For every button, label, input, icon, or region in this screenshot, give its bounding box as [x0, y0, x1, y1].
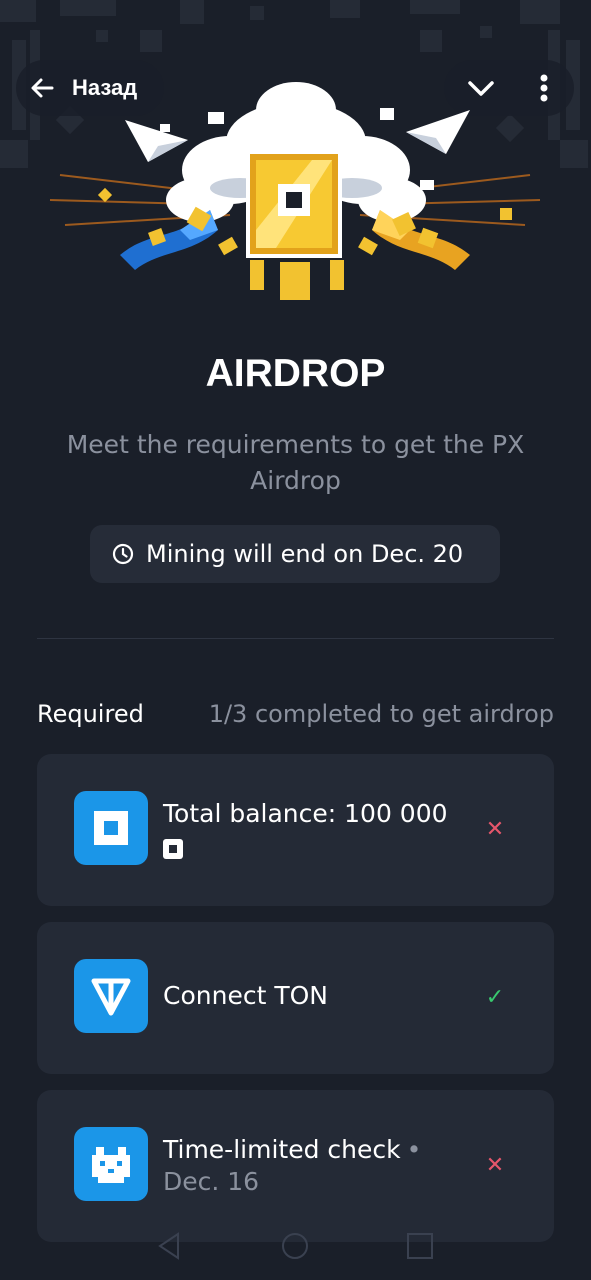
airdrop-page: Назад AIRDROP Meet the requirements to g… — [0, 0, 591, 1280]
clock-icon — [112, 543, 134, 565]
nav-recents-icon[interactable] — [407, 1233, 433, 1259]
requirement-date: Dec. 16 — [163, 1167, 260, 1196]
px-square-icon — [74, 791, 148, 865]
page-title: AIRDROP — [205, 352, 386, 395]
required-label: Required — [37, 700, 144, 728]
mining-deadline-badge: Mining will end on Dec. 20 — [90, 525, 500, 583]
system-navigation-bar — [158, 1232, 433, 1260]
pixel-dog-icon — [74, 1127, 148, 1201]
page-subtitle: Meet the requirements to get the PX Aird… — [66, 430, 525, 495]
completed-check-icon: ✓ — [485, 985, 505, 1010]
nav-home-icon[interactable] — [282, 1233, 308, 1259]
requirement-title: Total balance: 100 000 — [163, 798, 483, 862]
px-coin-icon — [163, 839, 183, 859]
requirement-card-balance[interactable]: Total balance: 100 000 ✕ — [37, 754, 554, 906]
separator-dot: • — [406, 1135, 422, 1164]
mining-deadline-text: Mining will end on Dec. 20 — [146, 540, 464, 568]
not-completed-icon: ✕ — [485, 817, 505, 842]
ton-icon — [74, 959, 148, 1033]
not-completed-icon: ✕ — [485, 1153, 505, 1178]
nav-back-icon[interactable] — [158, 1232, 179, 1260]
requirements-progress: 1/3 completed to get airdrop — [208, 700, 554, 728]
requirement-card-connect-ton[interactable]: Connect TON ✓ — [37, 922, 554, 1074]
requirement-card-time-limited-check[interactable]: Time-limited check • Dec. 16 ✕ — [37, 1090, 554, 1242]
requirement-title: Connect TON — [163, 981, 328, 1010]
requirement-title: Time-limited check • Dec. 16 — [163, 1135, 422, 1196]
section-divider — [37, 638, 554, 639]
airdrop-illustration — [49, 82, 541, 300]
